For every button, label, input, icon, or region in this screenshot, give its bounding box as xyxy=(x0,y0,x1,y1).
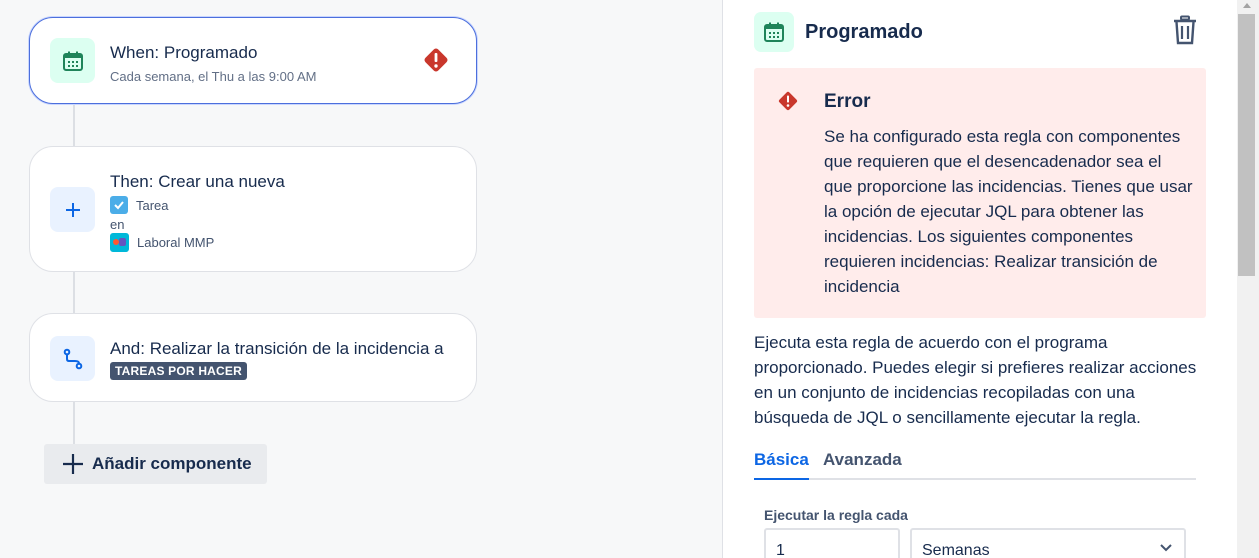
scrollbar-thumb[interactable] xyxy=(1238,14,1255,276)
error-icon xyxy=(424,48,448,72)
trigger-subtitle: Cada semana, el Thu a las 9:00 AM xyxy=(110,69,317,84)
error-banner: Error Se ha configurado esta regla con c… xyxy=(754,68,1206,318)
connector-line xyxy=(73,272,75,314)
connector-line xyxy=(73,402,75,446)
add-component-label: Añadir componente xyxy=(92,454,252,473)
action-title: Then: Crear una nueva xyxy=(110,172,285,191)
schedule-field-label: Ejecutar la regla cada xyxy=(764,507,908,523)
project-label: Laboral MMP xyxy=(137,235,215,250)
tab-advanced[interactable]: Avanzada xyxy=(823,450,902,470)
connector-line xyxy=(73,103,75,147)
error-icon xyxy=(778,91,798,111)
panel-title: Programado xyxy=(805,21,923,43)
transition-icon xyxy=(50,336,95,381)
plus-icon xyxy=(50,187,95,232)
trigger-description: Ejecuta esta regla de acuerdo con el pro… xyxy=(754,333,1197,427)
calendar-icon xyxy=(754,12,794,52)
trigger-card[interactable]: When: Programado Cada semana, el Thu a l… xyxy=(29,17,477,104)
issue-type-row: Tarea xyxy=(110,196,169,214)
transition-title: And: Realizar la transición de la incide… xyxy=(110,339,444,358)
issue-type-label: Tarea xyxy=(136,197,169,213)
rule-canvas: When: Programado Cada semana, el Thu a l… xyxy=(0,0,722,558)
add-component-button[interactable]: Añadir componente xyxy=(44,444,267,484)
tab-basic[interactable]: Básica xyxy=(754,450,809,480)
trigger-title: When: Programado xyxy=(110,43,258,62)
project-avatar-icon xyxy=(110,233,129,252)
scroll-up-arrow-icon[interactable] xyxy=(1243,3,1251,8)
tab-list: Básica Avanzada xyxy=(754,447,1196,480)
interval-unit-value: Semanas xyxy=(922,542,990,558)
project-row: Laboral MMP xyxy=(110,233,214,252)
task-type-icon xyxy=(110,196,128,214)
interval-input[interactable]: 1 xyxy=(764,528,900,558)
calendar-icon xyxy=(50,38,95,83)
action-card[interactable]: Then: Crear una nueva Tarea en Laboral M… xyxy=(29,146,477,272)
trash-icon xyxy=(1174,15,1196,45)
error-title: Error xyxy=(824,91,871,112)
delete-component-button[interactable] xyxy=(1167,12,1203,48)
transition-card[interactable]: And: Realizar la transición de la incide… xyxy=(29,313,477,402)
connector-word: en xyxy=(110,217,125,232)
error-message: Se ha configurado esta regla con compone… xyxy=(824,127,1193,296)
status-lozenge: TAREAS POR HACER xyxy=(110,362,247,380)
interval-unit-select[interactable]: Semanas xyxy=(910,528,1186,558)
plus-icon xyxy=(63,454,83,474)
chevron-down-icon xyxy=(1160,544,1172,552)
component-config-panel: Programado Error Se ha configurado esta … xyxy=(722,0,1237,558)
